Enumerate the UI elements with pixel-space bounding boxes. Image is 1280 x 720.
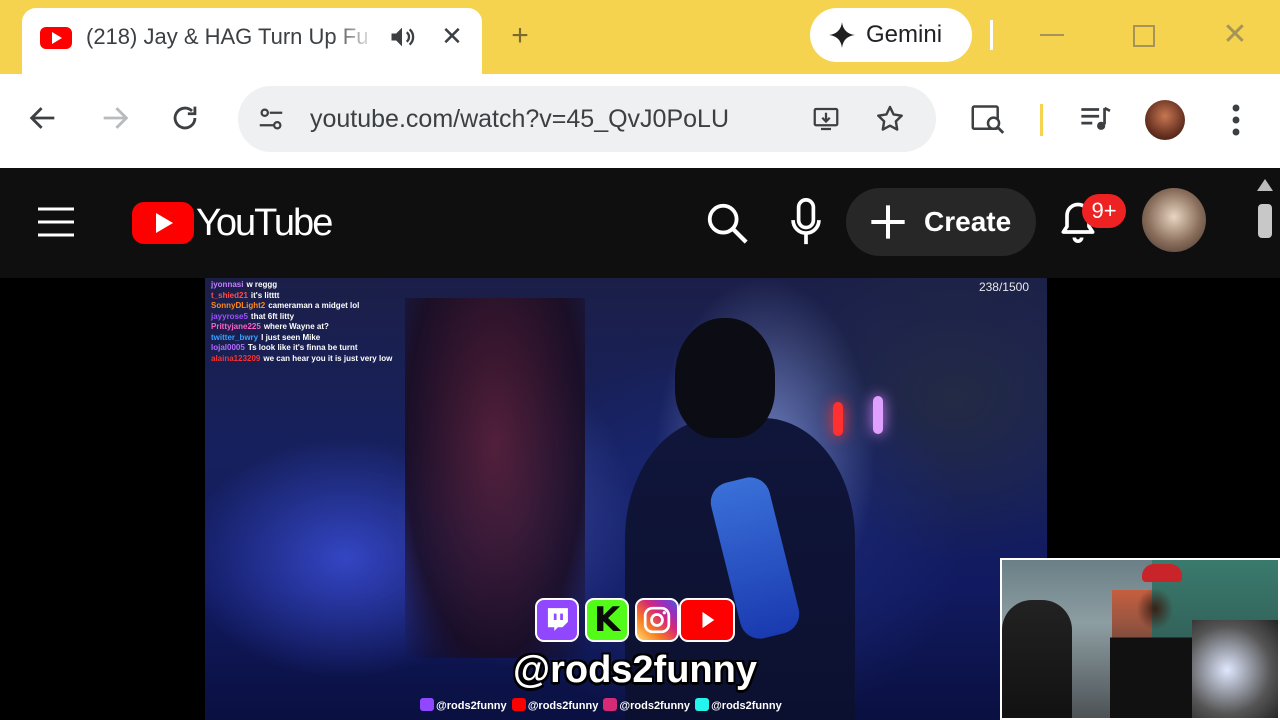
person-head (675, 318, 775, 438)
chat-text: that 6ft litty (250, 311, 295, 321)
account-avatar[interactable] (1142, 188, 1206, 252)
twitch-icon (420, 698, 434, 711)
create-label: Create (924, 206, 1012, 237)
notification-badge: 9+ (1082, 194, 1126, 228)
scrollbar-thumb[interactable] (1258, 204, 1272, 238)
chat-line: jyonnasi w reggg (211, 280, 471, 291)
kebab-menu-icon[interactable] (1224, 102, 1248, 138)
tab-strip: (218) Jay & HAG Turn Up Fu ✕ + Gemini ✕ (0, 0, 1280, 74)
google-lens-icon[interactable] (970, 102, 1006, 136)
chat-user: t_shied21 (211, 290, 248, 300)
handle-item: @rods2funny (603, 698, 690, 712)
chat-user: SonnyDLight2 (211, 301, 266, 310)
tiktok-icon (695, 698, 710, 711)
chat-line: jayyrose5 that 6ft litty (211, 312, 471, 323)
gemini-button[interactable]: Gemini (810, 8, 972, 62)
chat-user: alaina123209 (211, 353, 261, 363)
chat-line: SonnyDLight2 cameraman a midget lol (211, 301, 471, 312)
handle-text: @rods2funny (711, 700, 782, 712)
speaker-icon[interactable] (388, 23, 416, 51)
chat-text: Ts look like it's finna be turnt (247, 343, 358, 352)
browser-toolbar: youtube.com/watch?v=45_QvJ0PoLU (0, 74, 1280, 168)
red-light (833, 402, 843, 436)
handle-text: @rods2funny (619, 700, 690, 712)
chat-user: Prittyjane225 (211, 322, 261, 331)
separator (990, 20, 993, 50)
star-icon[interactable] (874, 103, 906, 135)
handle-item: @rods2funny (420, 698, 507, 712)
handle-item: @rods2funny (511, 698, 599, 712)
chat-text: it's litttt (250, 290, 280, 300)
youtube-favicon-icon (40, 27, 72, 49)
new-tab-button[interactable]: + (504, 20, 536, 52)
plus-icon (871, 205, 905, 239)
minimize-icon[interactable] (1040, 34, 1064, 36)
chat-text: cameraman a midget lol (268, 301, 360, 310)
chat-text: I just seen Mike (261, 332, 321, 342)
twitch-icon (535, 598, 579, 642)
pink-light (873, 396, 883, 434)
youtube-wordmark[interactable]: YouTube (196, 200, 333, 246)
viewer-count: 238/1500 (978, 280, 1029, 294)
reload-icon[interactable] (168, 101, 202, 135)
red-cap (1142, 564, 1182, 582)
webcam-overlay (1000, 558, 1280, 720)
streamer (1110, 570, 1200, 718)
install-app-icon[interactable] (810, 104, 842, 134)
scroll-up-arrow-icon[interactable] (1256, 178, 1274, 192)
window-close-icon[interactable]: ✕ (1220, 18, 1250, 52)
kick-icon: K (585, 598, 629, 642)
webcam-bystander (1002, 600, 1072, 718)
separator (1040, 104, 1043, 136)
chat-text: w reggg (246, 280, 278, 289)
handle-text: @rods2funny (527, 700, 599, 712)
create-button[interactable]: Create (846, 188, 1036, 256)
youtube-logo-icon[interactable] (132, 202, 194, 244)
search-icon[interactable] (704, 200, 750, 246)
tab-close-icon[interactable]: ✕ (438, 22, 466, 50)
video-player[interactable]: jyonnasi w reggg t_shied21 it's litttt Son… (0, 278, 1280, 720)
youtube-icon (511, 698, 526, 711)
url-text: youtube.com/watch?v=45_QvJ0PoLU (310, 105, 729, 133)
handle-item: @rods2funny (695, 698, 782, 712)
forward-icon[interactable] (98, 101, 132, 135)
channel-handle: @rods2funny (513, 649, 757, 691)
hamburger-menu-icon[interactable] (36, 206, 76, 238)
chat-line: lojal0005 Ts look like it's finna be turn… (211, 343, 471, 354)
stream-chat: jyonnasi w reggg t_shied21 it's litttt Son… (211, 280, 471, 364)
maximize-icon[interactable] (1133, 25, 1155, 47)
media-controls-icon[interactable] (1078, 104, 1112, 134)
address-bar[interactable]: youtube.com/watch?v=45_QvJ0PoLU (238, 86, 936, 152)
instagram-icon (603, 698, 618, 711)
chat-user: jyonnasi (211, 280, 244, 289)
youtube-header: YouTube Create 9+ (0, 168, 1280, 278)
profile-avatar[interactable] (1145, 100, 1185, 140)
gemini-sparkle-icon (829, 22, 855, 48)
youtube-icon (679, 598, 735, 642)
tune-icon[interactable] (256, 104, 286, 134)
chat-line: twitter_bwry I just seen Mike (211, 333, 471, 344)
social-icons: K (535, 598, 735, 644)
back-icon[interactable] (26, 101, 60, 135)
browser-tab[interactable]: (218) Jay & HAG Turn Up Fu ✕ (22, 8, 482, 74)
gemini-label: Gemini (866, 21, 943, 48)
chat-user: jayyrose5 (211, 311, 248, 321)
pc-case (1192, 620, 1278, 718)
chat-text: where Wayne at? (263, 322, 329, 331)
handle-text: @rods2funny (436, 700, 507, 712)
tab-title: (218) Jay & HAG Turn Up Fu (86, 24, 369, 49)
handles-row: @rods2funny @rods2funny @rods2funny @rod… (420, 698, 840, 716)
instagram-icon (635, 598, 679, 642)
microphone-icon[interactable] (786, 198, 826, 246)
chat-line: t_shied21 it's litttt (211, 291, 471, 302)
chat-line: alaina123209 we can hear you it is just v… (211, 354, 471, 365)
chat-user: lojal0005 (211, 343, 245, 352)
chat-line: Prittyjane225 where Wayne at? (211, 322, 471, 333)
chat-user: twitter_bwry (211, 332, 259, 342)
chat-text: we can hear you it is just very low (263, 353, 393, 363)
